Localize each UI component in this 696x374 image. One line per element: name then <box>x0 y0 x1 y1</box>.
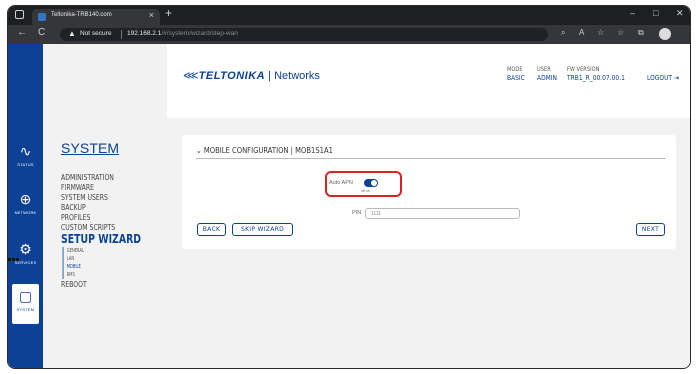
close-tab-icon[interactable]: × <box>149 10 154 20</box>
wizard-step-general[interactable]: GENERAL <box>67 247 131 255</box>
router-webui: ∿ STATUS ⊕ NETWORK ⚙ SERVICES ▢ SYSTEM S… <box>8 44 690 368</box>
wizard-card: ⌄ MOBILE CONFIGURATION | MOB1S1A1 Auto A… <box>182 135 676 249</box>
reload-icon[interactable]: C <box>38 27 45 38</box>
nav-rail: ∿ STATUS ⊕ NETWORK ⚙ SERVICES ▢ SYSTEM <box>8 44 43 368</box>
url-path: /#/system/wizard/step-wan <box>161 30 238 37</box>
sidebar-item-profiles[interactable]: PROFILES <box>61 213 145 223</box>
next-button[interactable]: NEXT <box>636 223 665 236</box>
profile-avatar[interactable] <box>659 28 671 40</box>
user-value: ADMIN <box>537 74 558 82</box>
rail-label: SYSTEM <box>16 307 35 312</box>
rail-label: STATUS <box>17 162 34 167</box>
fw-label: FW VERSION <box>567 66 600 73</box>
user-info: USER ADMIN <box>537 66 557 83</box>
teltonika-logo: ⋘TELTONIKA | Networks <box>183 69 320 82</box>
minimize-icon[interactable]: – <box>630 8 635 18</box>
fw-value: TRB1_R_00.07.00.1 <box>567 74 625 82</box>
logout-icon: ⇥ <box>673 74 679 82</box>
header-divider <box>196 158 666 159</box>
sidebar-item-firmware[interactable]: FIRMWARE <box>61 183 145 193</box>
address-bar-row: ← C ▲ Not secure 192.168.2.1/#/system/wi… <box>8 25 690 44</box>
sidebar-item-system-users[interactable]: SYSTEM USERS <box>61 193 145 203</box>
browser-window: Teltonika-TRB140.com × + – □ ✕ ← C ▲ Not… <box>7 5 691 369</box>
read-aloud-icon[interactable]: A <box>579 28 584 37</box>
rail-item-system[interactable]: ▢ SYSTEM <box>12 284 39 324</box>
rail-item-services[interactable]: ⚙ SERVICES <box>8 237 43 277</box>
url-text: 192.168.2.1/#/system/wizard/step-wan <box>127 30 238 37</box>
wizard-steps: GENERAL LAN MOBILE RMS <box>62 247 146 279</box>
skip-wizard-button[interactable]: SKIP WIZARD <box>232 223 293 236</box>
user-label: USER <box>537 66 551 73</box>
logo-separator: | <box>265 70 275 82</box>
url-field[interactable]: ▲ Not secure 192.168.2.1/#/system/wizard… <box>60 28 548 41</box>
url-divider <box>121 30 122 39</box>
sidebar-menu: ADMINISTRATION FIRMWARE SYSTEM USERS BAC… <box>61 173 164 290</box>
section-header[interactable]: ⌄ MOBILE CONFIGURATION | MOB1S1A1 <box>196 146 333 155</box>
mode-info: MODE BASIC <box>507 66 525 83</box>
logo-networks: Networks <box>274 70 320 82</box>
sidebar-item-setup-wizard[interactable]: SETUP WIZARD <box>61 233 141 246</box>
sidebar-item-administration[interactable]: ADMINISTRATION <box>61 173 145 183</box>
url-host: 192.168.2.1 <box>127 30 162 37</box>
fw-info: FW VERSION TRB1_R_00.07.00.1 <box>567 66 625 83</box>
header-bar: ⋘TELTONIKA | Networks MODE BASIC USER AD… <box>167 44 690 118</box>
favicon-icon <box>38 13 46 21</box>
status-icon: ∿ <box>19 143 32 159</box>
logout-label: LOGOUT <box>647 74 673 82</box>
security-label: Not secure <box>80 30 112 37</box>
main-content: ⋘TELTONIKA | Networks MODE BASIC USER AD… <box>167 44 690 368</box>
pin-input[interactable] <box>365 208 520 219</box>
back-button[interactable]: BACK <box>197 223 226 236</box>
zoom-icon[interactable]: ⌕ <box>561 28 565 38</box>
sidebar: SYSTEM ADMINISTRATION FIRMWARE SYSTEM US… <box>43 44 167 368</box>
favorites-bar-icon[interactable]: ☆ <box>617 28 624 37</box>
mode-label: MODE <box>507 66 523 73</box>
browser-tab[interactable]: Teltonika-TRB140.com × <box>32 9 160 25</box>
maximize-icon[interactable]: □ <box>653 8 658 18</box>
sidebar-item-reboot[interactable]: REBOOT <box>61 280 145 290</box>
system-icon: ▢ <box>18 288 33 304</box>
tab-title: Teltonika-TRB140.com <box>51 12 112 18</box>
highlight-annotation <box>325 171 402 197</box>
mode-value: BASIC <box>507 74 525 82</box>
section-title: MOBILE CONFIGURATION | MOB1S1A1 <box>203 146 333 155</box>
close-window-icon[interactable]: ✕ <box>676 8 684 19</box>
pin-label: PIN <box>352 210 362 216</box>
logo-mark-icon: ⋘ <box>183 70 199 82</box>
network-icon: ⊕ <box>19 191 32 207</box>
window-menu-icon[interactable] <box>15 10 24 19</box>
wizard-step-lan[interactable]: LAN <box>67 255 131 263</box>
rail-label: NETWORK <box>14 210 37 215</box>
tab-bar: Teltonika-TRB140.com × + – □ ✕ <box>8 6 690 25</box>
wizard-step-rms[interactable]: RMS <box>67 271 131 279</box>
new-tab-icon[interactable]: + <box>165 6 172 20</box>
rail-item-network[interactable]: ⊕ NETWORK <box>8 187 43 227</box>
warning-icon: ▲ <box>68 29 76 38</box>
logo-brand: TELTONIKA <box>198 70 266 82</box>
back-arrow-icon[interactable]: ← <box>17 27 27 38</box>
collections-icon[interactable]: ⧉ <box>638 28 644 38</box>
sidebar-title: SYSTEM <box>61 140 120 156</box>
wizard-step-mobile[interactable]: MOBILE <box>67 263 131 271</box>
favorite-icon[interactable]: ☆ <box>597 28 604 37</box>
drag-handle-icon <box>8 248 22 261</box>
logout-link[interactable]: LOGOUT ⇥ <box>647 74 679 82</box>
rail-item-status[interactable]: ∿ STATUS <box>8 139 43 179</box>
sidebar-item-backup[interactable]: BACKUP <box>61 203 145 213</box>
